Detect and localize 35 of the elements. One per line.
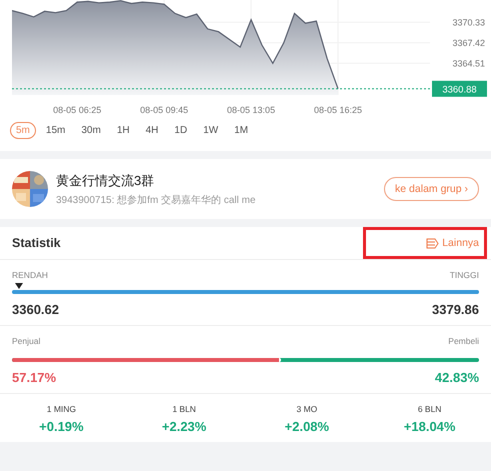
timeframe-tab[interactable]: 30m: [75, 122, 107, 139]
buyer-percent: 42.83%: [434, 370, 479, 385]
period-change: +18.04%: [404, 419, 456, 434]
axis-label: 3367.42: [452, 38, 485, 48]
price-tag-label: 3360.88: [442, 84, 477, 96]
axis-label: 08-05 16:25: [314, 105, 362, 115]
group-name: 黄金行情交流3群: [56, 172, 156, 190]
axis-label: 08-05 09:45: [140, 105, 188, 115]
list-icon: [426, 238, 440, 248]
period-change: +2.23%: [162, 419, 206, 434]
seller-percent: 57.17%: [12, 370, 56, 385]
axis-label: 08-05 06:25: [53, 105, 102, 115]
timeframe-tab[interactable]: 1W: [197, 122, 224, 139]
low-value: 3360.62: [12, 302, 59, 317]
high-label: TINGGI: [450, 270, 479, 280]
period-label: 6 BLN: [418, 404, 442, 414]
period-change: +0.19%: [39, 419, 84, 434]
period-label: 1 MING: [46, 404, 76, 414]
timeframe-tab[interactable]: 4H: [140, 122, 164, 139]
low-label: RENDAH: [12, 270, 48, 280]
period-label: 1 BLN: [172, 404, 196, 414]
axis-label: 08-05 13:05: [227, 105, 276, 115]
axis-label: 3370.33: [452, 17, 485, 28]
axis-label: 3364.51: [452, 58, 485, 68]
timeframe-tab[interactable]: 1D: [168, 122, 194, 139]
buyer-label: Pembeli: [448, 336, 479, 346]
timeframe-tab[interactable]: 15m: [40, 122, 72, 139]
high-value: 3379.86: [432, 302, 479, 317]
timeframe-tab[interactable]: 1H: [110, 122, 136, 139]
period-change: +2.08%: [284, 419, 330, 434]
last-message: 3943900715: 想参加fm 交易嘉年华的 call me: [56, 194, 257, 206]
timeframe-tab[interactable]: 1M: [228, 122, 254, 139]
period-label: 3 MO: [296, 404, 318, 414]
seller-label: Penjual: [12, 336, 40, 346]
section-title: Statistik: [12, 236, 61, 250]
